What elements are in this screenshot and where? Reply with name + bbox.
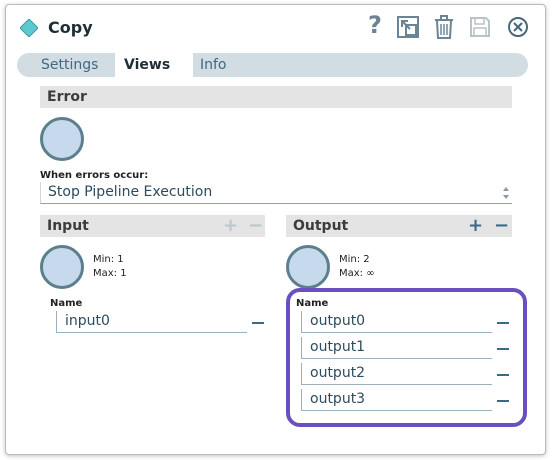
input-view-circle: [40, 245, 84, 289]
expand-icon[interactable]: [395, 14, 421, 40]
remove-output-icon[interactable]: −: [494, 215, 509, 237]
remove-output-view-icon[interactable]: [497, 322, 509, 324]
input-heading: Input: [47, 218, 89, 234]
remove-output-view-icon[interactable]: [497, 400, 509, 402]
remove-output-view-icon[interactable]: [497, 374, 509, 376]
output-view-circle: [286, 245, 330, 289]
input-name-header: Name: [50, 298, 83, 309]
output-min-label: Min: 2: [339, 254, 370, 265]
dialog-title: Copy: [48, 18, 93, 37]
error-behavior-value: Stop Pipeline Execution: [48, 184, 213, 200]
output-view-field[interactable]: output0: [301, 311, 492, 333]
input-max-label: Max: 1: [93, 268, 127, 279]
save-icon[interactable]: [467, 14, 493, 40]
add-output-icon[interactable]: +: [468, 215, 483, 237]
output-heading: Output: [293, 218, 349, 234]
close-icon[interactable]: [505, 14, 531, 40]
trash-icon[interactable]: [431, 14, 457, 40]
error-section-header: Error: [40, 86, 512, 108]
error-view-circle: [40, 117, 84, 161]
tab-views[interactable]: Views: [115, 53, 193, 77]
diamond-icon: [20, 19, 38, 37]
tab-bar: Settings Views Info: [17, 53, 528, 77]
output-max-label: Max: ∞: [339, 268, 375, 279]
add-input-icon[interactable]: +: [223, 215, 238, 237]
output-view-field[interactable]: output1: [301, 337, 492, 359]
select-arrows-icon: [503, 187, 509, 199]
remove-output-view-icon[interactable]: [497, 348, 509, 350]
error-behavior-select[interactable]: Stop Pipeline Execution: [40, 182, 512, 204]
output-name-header: Name: [296, 298, 329, 309]
tab-settings[interactable]: Settings: [41, 53, 98, 77]
output-section-header: Output + −: [286, 215, 512, 237]
help-icon[interactable]: ?: [362, 12, 388, 38]
remove-input-view-icon[interactable]: [252, 322, 264, 324]
input-min-label: Min: 1: [93, 254, 124, 265]
output-view-field[interactable]: output2: [301, 363, 492, 385]
remove-input-icon[interactable]: −: [248, 215, 263, 237]
tab-info[interactable]: Info: [200, 53, 227, 77]
input-view-field[interactable]: input0: [56, 311, 247, 333]
output-view-field[interactable]: output3: [301, 389, 492, 411]
input-section-header: Input + −: [40, 215, 265, 237]
when-errors-label: When errors occur:: [40, 170, 149, 181]
